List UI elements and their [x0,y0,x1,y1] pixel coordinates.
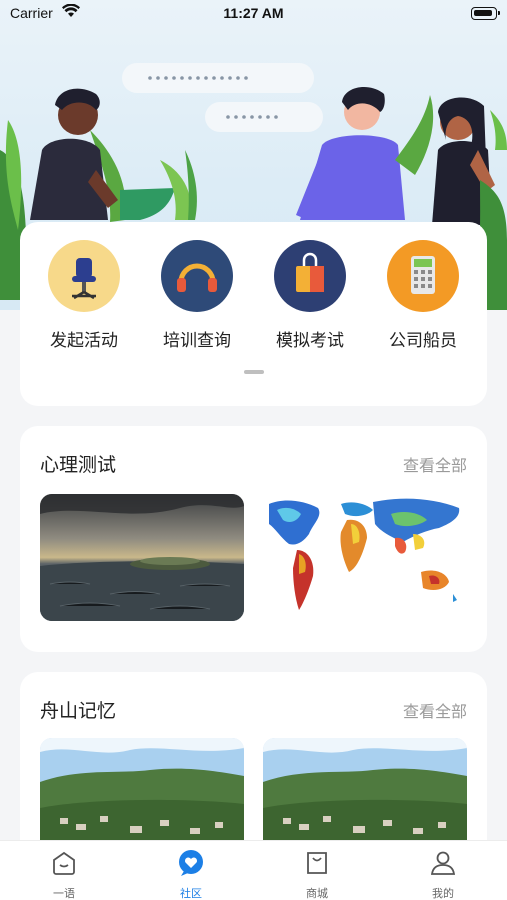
quick-actions-card: 发起活动 培训查询 模拟考试 公司船员 [20,222,487,406]
action-label: 培训查询 [163,331,231,351]
status-bar: Carrier 11:27 AM [0,0,507,30]
view-all-link[interactable]: 查看全部 [403,452,467,476]
psychology-card-worldmap[interactable] [263,494,467,621]
view-all-link[interactable]: 查看全部 [403,698,467,722]
tab-label: 我的 [432,887,454,900]
psychology-card-sea[interactable] [40,494,244,621]
tab-bar: 一语 社区 商城 我的 [0,840,507,900]
action-label: 模拟考试 [276,331,344,351]
section-title: 心理测试 [40,454,117,476]
calculator-icon [387,240,459,312]
shopping-bag-icon [274,240,346,312]
community-heart-icon [179,850,203,876]
action-label: 发起活动 [50,331,118,351]
headphones-icon [161,240,233,312]
world-map-image [263,494,467,621]
action-company-crew[interactable]: 公司船员 [375,240,471,351]
tab-label: 社区 [180,887,202,900]
tab-label: 商城 [306,887,328,900]
tab-mall[interactable]: 商城 [277,849,357,900]
action-label: 公司船员 [389,331,457,351]
tab-community[interactable]: 社区 [151,849,231,900]
tab-profile[interactable]: 我的 [403,849,483,900]
clock: 11:27 AM [223,5,284,21]
home-icon [53,851,75,875]
battery-icon [471,7,500,20]
action-start-activity[interactable]: 发起活动 [36,240,132,351]
action-training-query[interactable]: 培训查询 [149,240,245,351]
tab-home[interactable]: 一语 [24,849,104,900]
action-mock-exam[interactable]: 模拟考试 [262,240,358,351]
profile-icon [430,851,456,875]
office-chair-icon [48,240,120,312]
page-indicator[interactable] [244,370,264,374]
sea-island-image [40,494,244,621]
section-title: 舟山记忆 [40,700,117,722]
psychology-test-section: 心理测试 查看全部 [20,426,487,652]
tab-label: 一语 [53,887,75,900]
shopping-bag-icon [307,852,327,874]
